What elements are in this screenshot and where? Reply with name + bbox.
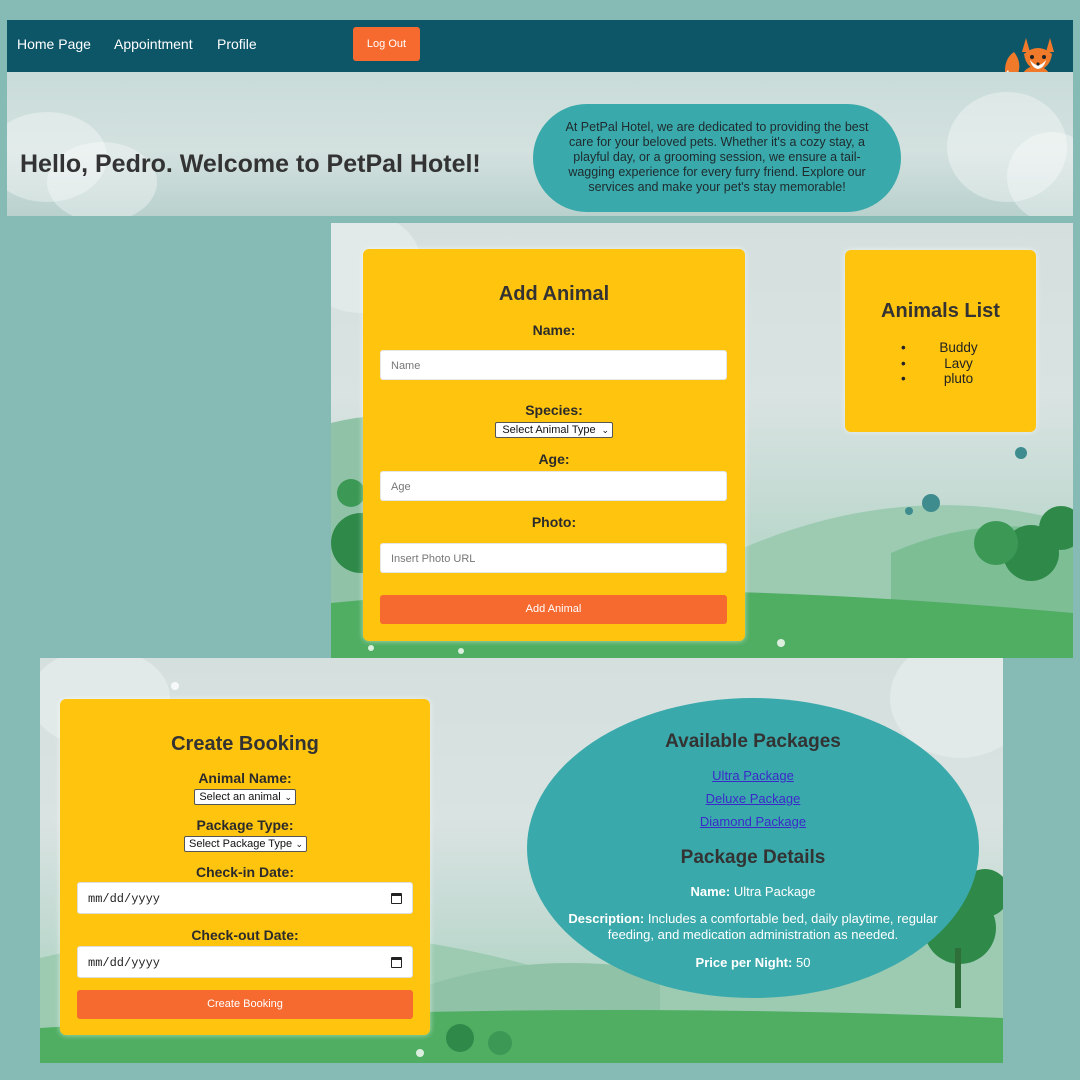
nav-appointment-link[interactable]: Appointment [114, 36, 193, 52]
animal-name-input[interactable]: Name [380, 350, 727, 380]
list-item: • Lavy [845, 356, 1036, 372]
calendar-icon[interactable] [391, 893, 402, 904]
detail-value: 50 [795, 955, 811, 970]
photo-label: Photo: [531, 514, 577, 530]
add-animal-title: Add Animal [498, 283, 610, 305]
checkin-date-input[interactable]: mm/dd/yyyy [77, 882, 413, 914]
booking-section: Create Booking Animal Name: Select an an… [40, 658, 1003, 1063]
animal-name-label: Animal Name: [198, 770, 292, 786]
create-booking-card: Create Booking Animal Name: Select an an… [60, 699, 430, 1035]
detail-value: Includes a comfortable bed, daily playti… [647, 911, 938, 926]
animal-select-value: Select an animal [199, 791, 281, 803]
package-type-label: Package Type: [196, 817, 294, 833]
list-item: • pluto [845, 371, 1036, 387]
age-label: Age: [538, 451, 570, 467]
calendar-icon[interactable] [391, 957, 402, 968]
chevron-down-icon: ⌄ [601, 425, 609, 435]
create-booking-title: Create Booking [171, 733, 319, 755]
detail-key: Price per Night: [695, 955, 793, 970]
package-select[interactable]: Select Package Type ⌄ [184, 836, 307, 852]
package-link-ultra[interactable]: Ultra Package [527, 768, 979, 783]
add-animal-section: Add Animal Name: Name Species: Select An… [331, 223, 1073, 658]
welcome-description: At PetPal Hotel, we are dedicated to pro… [533, 104, 901, 212]
checkout-date-input[interactable]: mm/dd/yyyy [77, 946, 413, 978]
photo-url-input[interactable]: Insert Photo URL [380, 543, 727, 573]
package-details-title: Package Details [680, 847, 826, 868]
bullet-icon: • [901, 355, 906, 371]
hero-banner: Hello, Pedro. Welcome to PetPal Hotel! A… [7, 72, 1073, 216]
detail-key: Description: [568, 911, 645, 926]
chevron-down-icon: ⌄ [295, 839, 303, 849]
page-title: Hello, Pedro. Welcome to PetPal Hotel! [20, 150, 481, 178]
checkout-date-value: mm/dd/yyyy [88, 956, 161, 970]
package-description-detail-cont: feeding, and medication administration a… [607, 927, 899, 942]
nav-profile-link[interactable]: Profile [217, 36, 257, 52]
package-select-value: Select Package Type [189, 838, 293, 850]
animal-item-label: Buddy [939, 340, 978, 355]
bullet-icon: • [901, 340, 906, 355]
name-label: Name: [532, 322, 576, 338]
species-select-value: Select Animal Type [502, 424, 596, 436]
animal-item-label: pluto [943, 371, 974, 386]
list-item: • Buddy [845, 340, 1036, 356]
add-animal-button[interactable]: Add Animal [380, 595, 727, 624]
species-select[interactable]: Select Animal Type ⌄ [495, 422, 613, 438]
species-label: Species: [525, 402, 583, 418]
package-link-deluxe[interactable]: Deluxe Package [527, 791, 979, 806]
animal-age-input[interactable]: Age [380, 471, 727, 501]
animal-select[interactable]: Select an animal ⌄ [194, 789, 296, 805]
animals-list-card: Animals List • Buddy • Lavy • pluto [845, 250, 1036, 432]
create-booking-button[interactable]: Create Booking [77, 990, 413, 1019]
logout-button[interactable]: Log Out [353, 27, 420, 61]
package-link-diamond[interactable]: Diamond Package [527, 814, 979, 829]
checkin-date-value: mm/dd/yyyy [88, 892, 161, 906]
nav-home-link[interactable]: Home Page [17, 36, 91, 52]
checkout-label: Check-out Date: [191, 927, 299, 943]
package-description-detail: Description: Includes a comfortable bed,… [527, 911, 979, 926]
top-nav: Home Page Appointment Profile Log Out [7, 20, 1073, 72]
detail-value: Ultra Package [733, 884, 816, 899]
chevron-down-icon: ⌄ [284, 792, 292, 802]
animal-item-label: Lavy [944, 355, 973, 371]
checkin-label: Check-in Date: [195, 864, 295, 880]
available-packages-panel: Available Packages Ultra Package Deluxe … [527, 698, 979, 998]
detail-key: Name: [690, 884, 731, 899]
animals-list-title: Animals List [881, 300, 1000, 322]
bullet-icon: • [901, 371, 906, 386]
add-animal-card: Add Animal Name: Name Species: Select An… [363, 249, 745, 641]
animals-list: • Buddy • Lavy • pluto [845, 340, 1036, 387]
package-name-detail: Name: Ultra Package [527, 884, 979, 899]
available-packages-title: Available Packages [665, 731, 841, 752]
package-price-detail: Price per Night: 50 [527, 955, 979, 970]
